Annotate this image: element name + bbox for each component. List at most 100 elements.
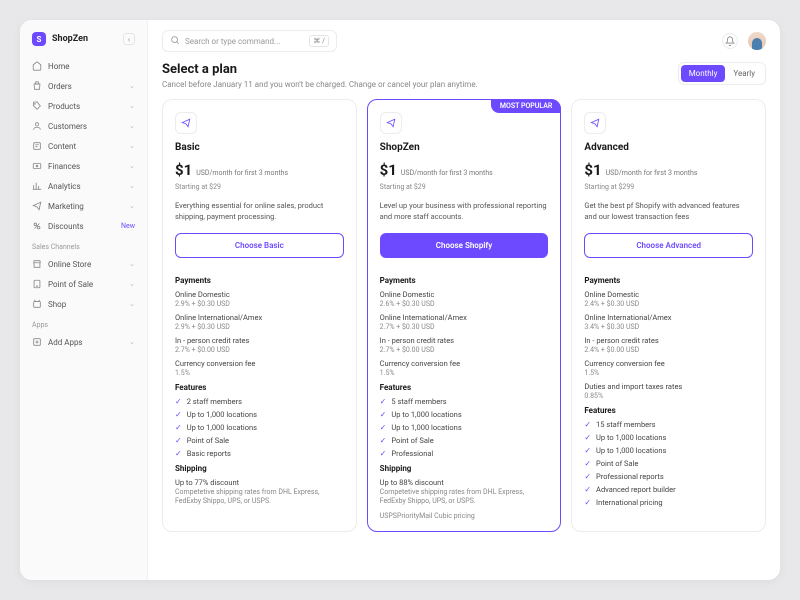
sidebar-item-finances[interactable]: Finances ⌄ xyxy=(28,156,139,176)
search-placeholder: Search or type command... xyxy=(185,37,280,46)
plan-name: ShopZen xyxy=(380,142,549,153)
sidebar-item-point-of-sale[interactable]: Point of Sale ⌄ xyxy=(28,274,139,294)
sidebar-item-home[interactable]: Home xyxy=(28,56,139,76)
payment-line-sub: 2.7% + $0.00 USD xyxy=(380,346,549,354)
sidebar-item-orders[interactable]: Orders ⌄ xyxy=(28,76,139,96)
sidebar-item-label: Shop xyxy=(48,300,66,309)
avatar[interactable] xyxy=(748,32,766,50)
analytics-icon xyxy=(32,181,42,191)
check-icon: ✓ xyxy=(584,485,591,494)
plan-price-sub: USD/month for first 3 months xyxy=(196,169,288,177)
sidebar-item-online-store[interactable]: Online Store ⌄ xyxy=(28,254,139,274)
check-icon: ✓ xyxy=(380,397,387,406)
payment-line: Online International/Amex xyxy=(584,313,753,322)
plan-description: Everything essential for online sales, p… xyxy=(175,201,344,223)
orders-icon xyxy=(32,81,42,91)
choose-plan-button[interactable]: Choose Advanced xyxy=(584,233,753,258)
choose-plan-button[interactable]: Choose Shopify xyxy=(380,233,549,258)
feature-item: ✓Up to 1,000 locations xyxy=(584,446,753,455)
finances-icon xyxy=(32,161,42,171)
check-icon: ✓ xyxy=(175,410,182,419)
check-icon: ✓ xyxy=(175,423,182,432)
check-icon: ✓ xyxy=(380,423,387,432)
sidebar-item-label: Content xyxy=(48,142,76,151)
feature-item: ✓International pricing xyxy=(584,498,753,507)
payment-line-sub: 2.4% + $0.00 USD xyxy=(584,346,753,354)
sidebar-item-shop[interactable]: Shop ⌄ xyxy=(28,294,139,314)
feature-item: ✓Basic reports xyxy=(175,449,344,458)
payment-line: Online Domestic xyxy=(175,290,344,299)
shop-icon xyxy=(32,299,42,309)
payment-line-sub: 1.5% xyxy=(380,369,549,377)
payment-line: Online Domestic xyxy=(584,290,753,299)
payment-line: In - person credit rates xyxy=(380,336,549,345)
chevron-down-icon: ⌄ xyxy=(129,260,135,268)
section-features: Features xyxy=(380,383,549,392)
payment-line: Currency conversion fee xyxy=(584,359,753,368)
feature-item: ✓15 staff members xyxy=(584,420,753,429)
check-icon: ✓ xyxy=(175,449,182,458)
choose-plan-button[interactable]: Choose Basic xyxy=(175,233,344,258)
check-icon: ✓ xyxy=(584,446,591,455)
check-icon: ✓ xyxy=(584,420,591,429)
chevron-down-icon: ⌄ xyxy=(129,162,135,170)
add-icon xyxy=(32,337,42,347)
plan-card-basic: Basic $1 USD/month for first 3 months St… xyxy=(162,99,357,532)
shipping-sub: Competetive shipping rates from DHL Expr… xyxy=(175,488,344,507)
billing-toggle: Monthly Yearly xyxy=(678,62,766,85)
feature-item: ✓Point of Sale xyxy=(175,436,344,445)
check-icon: ✓ xyxy=(584,472,591,481)
chevron-down-icon: ⌄ xyxy=(129,202,135,210)
toggle-yearly[interactable]: Yearly xyxy=(725,65,763,82)
sidebar-item-label: Discounts xyxy=(48,222,84,231)
collapse-sidebar-button[interactable]: ‹ xyxy=(123,33,135,45)
sidebar-item-analytics[interactable]: Analytics ⌄ xyxy=(28,176,139,196)
toggle-monthly[interactable]: Monthly xyxy=(681,65,726,82)
chevron-down-icon: ⌄ xyxy=(129,280,135,288)
sidebar-item-label: Home xyxy=(48,62,70,71)
check-icon: ✓ xyxy=(584,433,591,442)
notifications-button[interactable] xyxy=(722,33,738,49)
shipping-extra: USPSPriorityMail Cubic pricing xyxy=(380,512,549,521)
shipping-title: Up to 77% discount xyxy=(175,478,344,487)
plan-price-sub: USD/month for first 3 months xyxy=(606,169,698,177)
pos-icon xyxy=(32,279,42,289)
logo-icon: S xyxy=(32,32,46,46)
feature-item: ✓Up to 1,000 locations xyxy=(175,423,344,432)
sidebar-item-label: Customers xyxy=(48,122,87,131)
plan-card-advanced: Advanced $1 USD/month for first 3 months… xyxy=(571,99,766,532)
feature-item: ✓Professional reports xyxy=(584,472,753,481)
section-payments: Payments xyxy=(584,276,753,285)
sidebar-item-label: Marketing xyxy=(48,202,84,211)
feature-item: ✓Advanced report builder xyxy=(584,485,753,494)
feature-item: ✓Up to 1,000 locations xyxy=(380,410,549,419)
shipping-title: Up to 88% discount xyxy=(380,478,549,487)
payment-line-sub: 2.7% + $0.00 USD xyxy=(175,346,344,354)
content: Select a plan Cancel before January 11 a… xyxy=(148,62,780,580)
search-input[interactable]: Search or type command... ⌘ / xyxy=(162,30,337,52)
app-window: S ShopZen ‹ Home Orders ⌄ Products ⌄ Cus… xyxy=(20,20,780,580)
search-icon xyxy=(170,35,180,47)
marketing-icon xyxy=(32,201,42,211)
sidebar-item-customers[interactable]: Customers ⌄ xyxy=(28,116,139,136)
sidebar-item-discounts[interactable]: Discounts New xyxy=(28,216,139,236)
plan-price: $1 xyxy=(175,161,192,179)
chevron-down-icon: ⌄ xyxy=(129,82,135,90)
sidebar-item-products[interactable]: Products ⌄ xyxy=(28,96,139,116)
sidebar-item-content[interactable]: Content ⌄ xyxy=(28,136,139,156)
sidebar-item-label: Point of Sale xyxy=(48,280,93,289)
section-payments: Payments xyxy=(380,276,549,285)
plan-starting: Starting at $29 xyxy=(380,183,549,191)
products-icon xyxy=(32,101,42,111)
plan-starting: Starting at $299 xyxy=(584,183,753,191)
feature-item: ✓Point of Sale xyxy=(584,459,753,468)
sidebar-item-label: Add Apps xyxy=(48,338,83,347)
payment-line-sub: 2.9% + $0.30 USD xyxy=(175,323,344,331)
sidebar-item-add-apps[interactable]: Add Apps ⌄ xyxy=(28,332,139,352)
feature-item: ✓Up to 1,000 locations xyxy=(380,423,549,432)
payment-line-sub: 0.85% xyxy=(584,392,753,400)
sidebar-item-badge: New xyxy=(121,222,135,230)
sidebar-item-marketing[interactable]: Marketing ⌄ xyxy=(28,196,139,216)
chevron-down-icon: ⌄ xyxy=(129,300,135,308)
plan-price: $1 xyxy=(584,161,601,179)
